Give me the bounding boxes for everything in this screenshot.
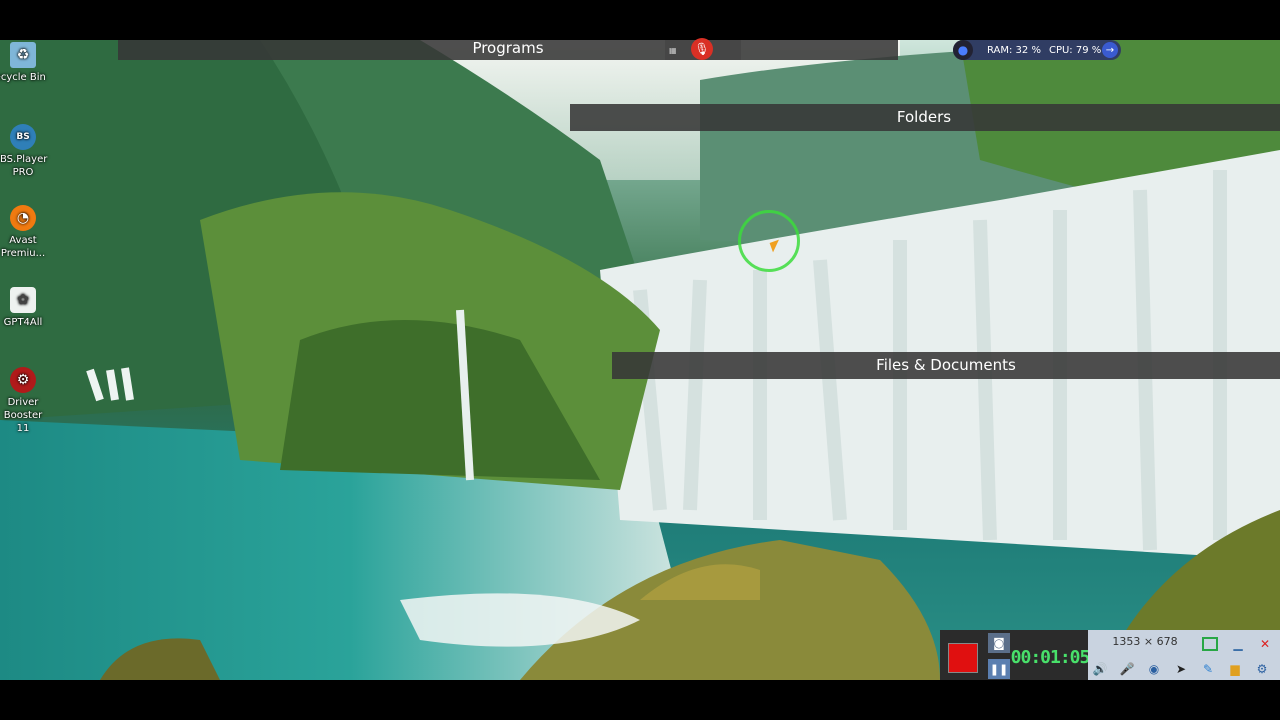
cursor-pointer-icon (769, 239, 783, 253)
minimize-button[interactable]: ▁ (1228, 634, 1248, 654)
gear-icon: ⚙ (1256, 662, 1268, 676)
desktop-icon-label: Recycle Bin (0, 72, 46, 83)
cursor-button[interactable]: ➤ (1171, 659, 1191, 679)
cursor-highlight (738, 210, 800, 272)
fence-folders-title: Folders (896, 108, 952, 126)
cursor-icon: ➤ (1175, 662, 1187, 676)
fence-programs-title: Programs (472, 39, 544, 57)
pause-button[interactable]: ❚❚ (988, 659, 1010, 679)
capture-dimensions: 1353 × 678 (1112, 635, 1178, 648)
desktop-icon-label: Driver Booster 11 (3, 397, 43, 434)
bsplayer-icon: BS (10, 124, 36, 150)
webcam-icon: ◉ (1148, 662, 1160, 676)
recycle-bin-icon: ♻ (10, 42, 36, 68)
desktop-icon-label: GPT4All (3, 317, 43, 328)
rectangle-icon (1202, 637, 1218, 651)
speaker-button[interactable]: 🔊 (1090, 659, 1110, 679)
microphone-button[interactable]: 🎤 (1117, 659, 1137, 679)
speaker-icon: 🔊 (1092, 662, 1108, 676)
record-mic-widget[interactable]: ▦ 🎙 (665, 38, 741, 60)
fence-programs[interactable]: Programs (118, 40, 898, 60)
fence-files-documents[interactable]: Files & Documents (612, 352, 1280, 379)
arrow-right-icon[interactable]: → (1102, 42, 1118, 58)
settings-button[interactable]: ⚙ (1252, 659, 1272, 679)
pause-icon: ❚❚ (989, 662, 1009, 676)
grip-icon[interactable]: ▦ (669, 46, 677, 55)
close-button[interactable]: ✕ (1255, 634, 1275, 654)
desktop-icon-label: Avast Premiu... (0, 235, 46, 259)
desktop-icon-avast[interactable]: ◔ Avast Premiu... (0, 205, 46, 260)
recording-timer: 00:01:05 (1010, 646, 1091, 668)
system-monitor-widget[interactable]: ● RAM: 32 % CPU: 79 % → (953, 40, 1121, 60)
close-icon: ✕ (1259, 637, 1271, 651)
pencil-icon: ✎ (1202, 662, 1214, 676)
microphone-icon[interactable]: 🎙 (691, 38, 713, 60)
camera-icon: ◙ (993, 636, 1005, 650)
desktop-icon-gpt4all[interactable]: ✿ GPT4All (0, 287, 46, 329)
stop-button[interactable] (948, 643, 978, 673)
microphone-icon: 🎤 (1119, 662, 1135, 676)
ram-usage: RAM: 32 % (987, 44, 1041, 56)
folder-icon: ▆ (1230, 662, 1240, 676)
minimize-icon: ▁ (1233, 637, 1243, 651)
draw-button[interactable]: ✎ (1198, 659, 1218, 679)
fence-files-title: Files & Documents (876, 356, 1016, 374)
webcam-button[interactable]: ◉ (1144, 659, 1164, 679)
cpu-usage: CPU: 79 % (1048, 44, 1102, 56)
region-select-button[interactable] (1200, 634, 1220, 654)
desktop-icon-recycle-bin[interactable]: ♻ Recycle Bin (0, 42, 46, 84)
desktop-icon-bsplayer[interactable]: BS BS.Player PRO (0, 124, 48, 179)
open-folder-button[interactable]: ▆ (1225, 659, 1245, 679)
microphone-icon[interactable]: ● (953, 40, 973, 60)
avast-icon: ◔ (10, 205, 36, 231)
fence-folders[interactable]: Folders (570, 104, 1280, 131)
screenshot-camera-button[interactable]: ◙ (988, 633, 1010, 653)
desktop-icon-driver-booster[interactable]: ⚙ Driver Booster 11 (0, 367, 46, 435)
driver-booster-icon: ⚙ (10, 367, 36, 393)
desktop-icon-label: BS.Player PRO (0, 154, 48, 178)
gpt4all-icon: ✿ (10, 287, 36, 313)
